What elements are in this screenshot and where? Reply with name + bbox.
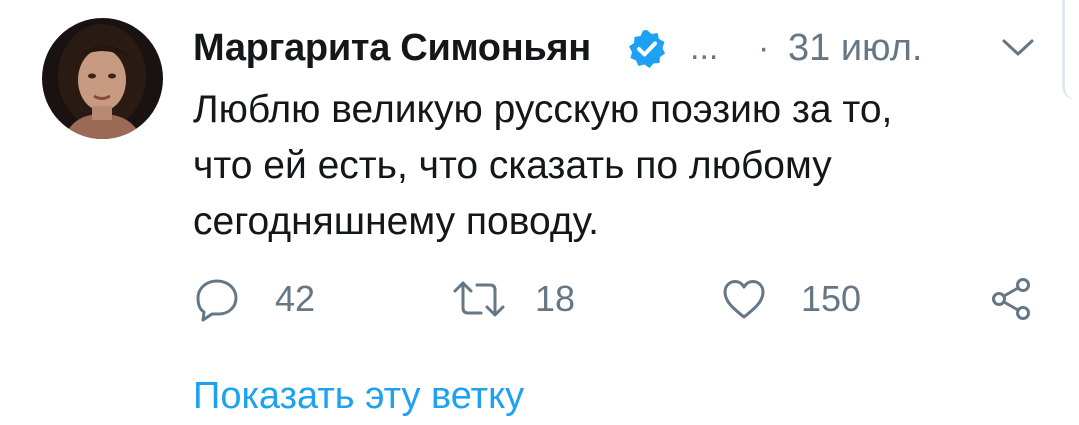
- tweet-text-line: сегодняшнему поводу.: [193, 200, 600, 243]
- reply-button[interactable]: 42: [193, 272, 315, 326]
- chevron-down-icon[interactable]: [1000, 36, 1036, 60]
- retweet-icon: [451, 275, 507, 323]
- card-edge: [1062, 0, 1079, 100]
- avatar[interactable]: [42, 18, 163, 139]
- share-button[interactable]: [987, 272, 1035, 326]
- separator-dot: ·: [758, 29, 770, 67]
- tweet-card: Маргарита Симоньян ... · 31 июл. Люблю в…: [0, 0, 1079, 425]
- tweet-text: Люблю великую русскую поэзию за то, что …: [193, 82, 1033, 250]
- tweet-text-line: что ей есть, что сказать по любому: [193, 144, 832, 187]
- tweet-date[interactable]: 31 июл.: [788, 24, 922, 72]
- author-handle[interactable]: ...: [690, 24, 718, 72]
- tweet-header: Маргарита Симоньян ... · 31 июл.: [193, 24, 1053, 74]
- verified-badge-icon: [626, 28, 668, 70]
- heart-icon: [720, 275, 768, 323]
- reply-icon: [193, 275, 241, 323]
- author-name[interactable]: Маргарита Симоньян: [193, 24, 591, 72]
- tweet-actions: 42 18 150: [193, 272, 1053, 326]
- share-icon: [987, 275, 1035, 323]
- retweet-count: 18: [535, 278, 576, 319]
- tweet-text-line: Люблю великую русскую поэзию за то,: [193, 88, 893, 131]
- like-button[interactable]: 150: [720, 272, 861, 326]
- show-thread-link[interactable]: Показать эту ветку: [193, 370, 524, 422]
- retweet-button[interactable]: 18: [451, 272, 575, 326]
- like-count: 150: [801, 278, 862, 319]
- reply-count: 42: [275, 278, 316, 319]
